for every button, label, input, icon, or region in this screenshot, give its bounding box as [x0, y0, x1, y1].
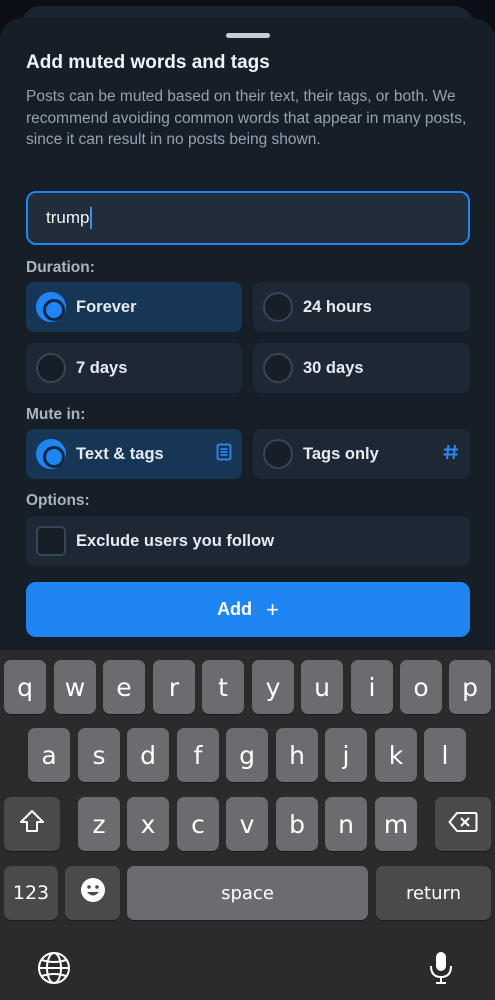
duration-label: Duration: [26, 259, 95, 276]
microphone-icon[interactable] [424, 948, 458, 988]
options-label: Options: [26, 492, 90, 509]
exclude-users-label: Exclude users you follow [76, 531, 275, 550]
key-s[interactable]: s [78, 728, 120, 782]
key-m[interactable]: m [375, 797, 417, 851]
key-a[interactable]: a [28, 728, 70, 782]
key-u[interactable]: u [301, 660, 343, 714]
key-f[interactable]: f [177, 728, 219, 782]
key-o[interactable]: o [400, 660, 442, 714]
text-caret [90, 207, 93, 229]
radio-selected-icon [36, 439, 66, 469]
add-button[interactable]: Add + [26, 582, 470, 637]
mute-in-option-text-tags[interactable]: Text & tags [26, 429, 242, 479]
muted-words-sheet: Add muted words and tags Posts can be mu… [0, 18, 495, 658]
radio-empty-icon [263, 292, 293, 322]
duration-option-label: 30 days [303, 358, 364, 377]
radio-selected-icon [36, 292, 66, 322]
globe-icon[interactable] [36, 950, 72, 986]
key-v[interactable]: v [226, 797, 268, 851]
duration-option-7d[interactable]: 7 days [26, 343, 242, 393]
key-g[interactable]: g [226, 728, 268, 782]
add-button-label: Add [217, 599, 253, 619]
key-l[interactable]: l [424, 728, 466, 782]
key-x[interactable]: x [127, 797, 169, 851]
mute-in-option-label: Text & tags [76, 444, 164, 463]
hashtag-icon [442, 443, 460, 466]
muted-word-input[interactable]: trump [26, 191, 470, 245]
shift-icon [19, 809, 45, 839]
numbers-key[interactable]: 123 [4, 866, 58, 920]
sheet-title: Add muted words and tags [26, 52, 270, 73]
key-r[interactable]: r [153, 660, 195, 714]
key-c[interactable]: c [177, 797, 219, 851]
drag-handle[interactable] [226, 33, 270, 38]
key-k[interactable]: k [375, 728, 417, 782]
input-value: trump [46, 208, 90, 227]
key-d[interactable]: d [127, 728, 169, 782]
key-y[interactable]: y [252, 660, 294, 714]
duration-option-24h[interactable]: 24 hours [253, 282, 470, 332]
on-screen-keyboard: q w e r t y u i o p a s d f g h j k l z … [0, 650, 495, 1000]
radio-empty-icon [263, 353, 293, 383]
key-p[interactable]: p [449, 660, 491, 714]
shift-key[interactable] [4, 797, 60, 851]
exclude-users-option[interactable]: Exclude users you follow [26, 516, 470, 566]
key-e[interactable]: e [103, 660, 145, 714]
mute-in-option-label: Tags only [303, 444, 379, 463]
delete-key[interactable] [435, 797, 491, 851]
key-b[interactable]: b [276, 797, 318, 851]
duration-option-label: 7 days [76, 358, 128, 377]
key-w[interactable]: w [54, 660, 96, 714]
space-key[interactable]: space [127, 866, 368, 920]
return-key[interactable]: return [376, 866, 491, 920]
mute-in-label: Mute in: [26, 406, 86, 423]
key-z[interactable]: z [78, 797, 120, 851]
emoji-icon [79, 876, 107, 910]
mute-in-option-tags-only[interactable]: Tags only [253, 429, 470, 479]
duration-option-forever[interactable]: Forever [26, 282, 242, 332]
checkbox-icon [36, 526, 66, 556]
duration-option-label: Forever [76, 297, 137, 316]
key-j[interactable]: j [325, 728, 367, 782]
sheet-description: Posts can be muted based on their text, … [26, 88, 467, 148]
backspace-icon [448, 810, 478, 839]
emoji-key[interactable] [65, 866, 120, 920]
radio-empty-icon [263, 439, 293, 469]
document-icon [216, 443, 232, 466]
duration-option-label: 24 hours [303, 297, 372, 316]
key-i[interactable]: i [351, 660, 393, 714]
duration-option-30d[interactable]: 30 days [253, 343, 470, 393]
key-n[interactable]: n [325, 797, 367, 851]
key-h[interactable]: h [276, 728, 318, 782]
radio-empty-icon [36, 353, 66, 383]
plus-icon: + [266, 596, 279, 622]
key-q[interactable]: q [4, 660, 46, 714]
key-t[interactable]: t [202, 660, 244, 714]
